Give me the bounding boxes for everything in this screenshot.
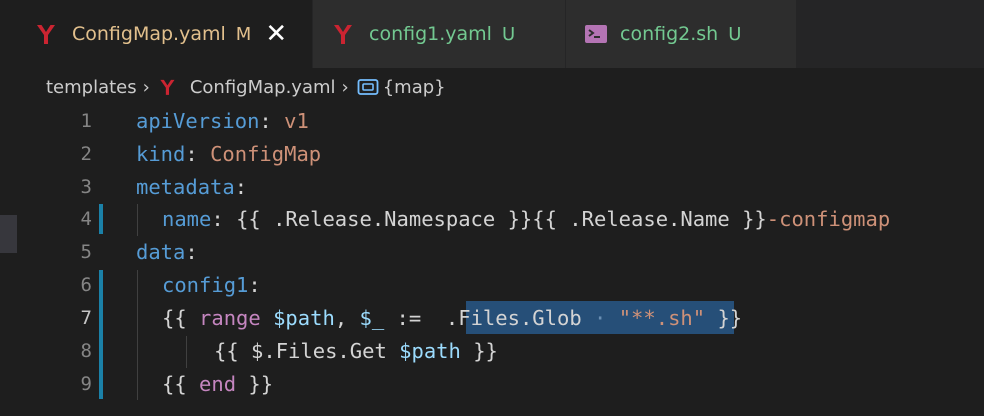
function-call: $.Files.Get [251, 339, 387, 363]
yaml-key: name [162, 207, 212, 231]
variable-path: $path [260, 306, 335, 330]
indent-guide [137, 270, 138, 400]
keyword-end: end [199, 372, 237, 396]
punctuation: : [248, 273, 261, 297]
line-number: 9 [80, 373, 92, 395]
indent-guide [186, 336, 187, 368]
breadcrumb-folder[interactable]: templates [46, 77, 137, 98]
untracked-badge: U [728, 23, 742, 45]
line-number: 1 [80, 110, 92, 132]
code-line-3: metadata: [136, 171, 247, 204]
terminal-icon [585, 25, 607, 43]
template-open: {{ [162, 372, 200, 396]
activity-indicator [0, 215, 17, 253]
yaml-key: kind [136, 142, 186, 166]
tab-label: ConfigMap.yaml [72, 23, 226, 45]
function-call: .Files.Glob [445, 306, 582, 330]
yaml-icon [334, 25, 352, 44]
template-open: {{ [162, 306, 200, 330]
yaml-key: data [136, 240, 186, 264]
template-close: }} [236, 372, 274, 396]
modified-line-indicator[interactable] [99, 204, 103, 234]
operator: := [384, 306, 446, 330]
string-literal: "**.sh" [618, 306, 706, 330]
punctuation: : [185, 142, 211, 166]
variable-path: $path [386, 339, 461, 363]
yaml-key: apiVersion [136, 109, 260, 133]
keyword-range: range [199, 306, 261, 330]
punctuation: : [211, 207, 237, 231]
untracked-badge: U [501, 23, 516, 45]
symbol-map-icon [357, 79, 379, 95]
modified-badge: M [235, 23, 252, 45]
template-close: }} [460, 339, 498, 363]
yaml-icon [37, 25, 55, 44]
tab-config2-sh[interactable]: config2.sh U [566, 0, 796, 68]
indent-guide [137, 204, 138, 236]
breadcrumb: templates › ConfigMap.yaml › {map} [46, 74, 446, 100]
yaml-value: v1 [284, 109, 309, 133]
template-expression: {{ .Release.Namespace }}{{ .Release.Name… [236, 207, 767, 231]
code-line-6: config1: [162, 269, 261, 302]
code-line-8: {{ $.Files.Get $path }} [214, 335, 498, 368]
modified-line-indicator[interactable] [99, 270, 103, 399]
tab-label: config2.sh [620, 23, 719, 45]
template-close: }} [705, 306, 743, 330]
template-open: {{ [214, 339, 252, 363]
yaml-key: config1 [162, 273, 249, 297]
tab-label: config1.yaml [369, 23, 492, 45]
code-line-1: apiVersion: v1 [136, 105, 309, 138]
tab-bar: ConfigMap.yaml M ✕ config1.yaml U config… [0, 0, 984, 68]
yaml-icon [160, 79, 175, 95]
breadcrumb-symbol[interactable]: {map} [383, 77, 446, 98]
line-number: 8 [80, 340, 92, 362]
punctuation: , [334, 306, 360, 330]
code-line-9: {{ end }} [162, 368, 273, 401]
line-number: 4 [80, 208, 92, 230]
line-number: 5 [80, 241, 92, 263]
punctuation: : [185, 240, 198, 264]
punctuation: : [234, 175, 248, 199]
yaml-value: -configmap [766, 207, 891, 231]
code-line-7: {{ range $path, $_ := .Files.Glob · "**.… [162, 302, 742, 335]
breadcrumb-file[interactable]: ConfigMap.yaml [190, 77, 336, 98]
line-number: 6 [80, 274, 92, 296]
chevron-right-icon: › [142, 76, 150, 98]
code-line-4: name: {{ .Release.Namespace }}{{ .Releas… [162, 203, 890, 236]
punctuation: : [259, 109, 285, 133]
line-number: 2 [80, 143, 92, 165]
chevron-right-icon: › [341, 76, 349, 98]
variable-underscore: $_ [359, 306, 385, 330]
yaml-value: ConfigMap [210, 142, 322, 166]
tab-configmap-yaml[interactable]: ConfigMap.yaml M ✕ [0, 0, 312, 68]
whitespace-marker: · [581, 306, 619, 330]
line-number: 7 [80, 307, 92, 329]
tab-config1-yaml[interactable]: config1.yaml U [313, 0, 565, 68]
yaml-key: metadata [136, 175, 235, 199]
close-icon[interactable]: ✕ [265, 21, 287, 47]
line-number: 3 [80, 176, 92, 198]
code-line-5: data: [136, 236, 198, 269]
code-line-2: kind: ConfigMap [136, 138, 321, 171]
